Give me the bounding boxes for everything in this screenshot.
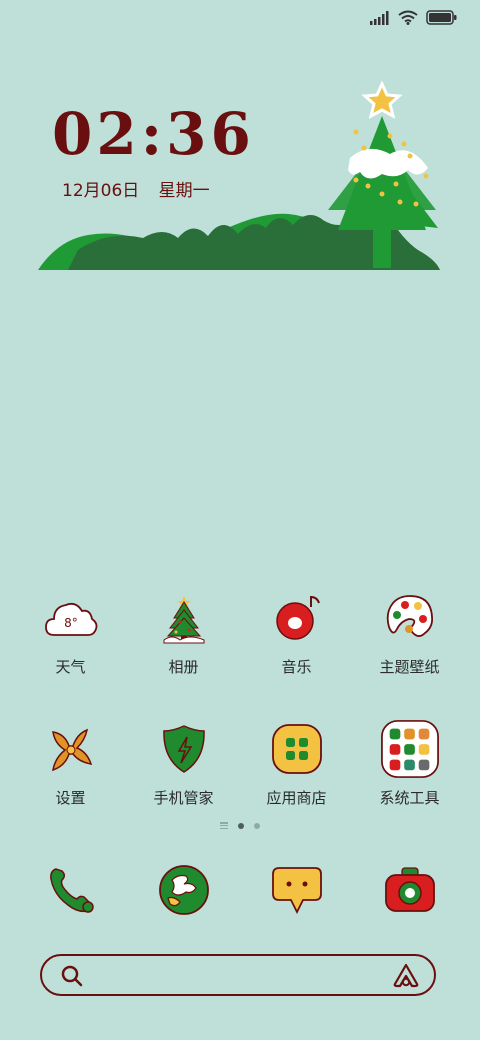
clock-time[interactable]: 02:36 [52, 100, 255, 168]
app-security[interactable]: 手机管家 [127, 719, 240, 808]
globe-icon [158, 865, 209, 915]
app-label: 主题壁纸 [379, 658, 440, 676]
app-folder-system-tools[interactable]: 系统工具 [353, 719, 466, 808]
app-label: 天气 [55, 658, 86, 676]
app-label: 设置 [55, 789, 86, 807]
phone-icon [49, 868, 94, 913]
page-indicator[interactable] [0, 822, 480, 829]
app-label: 相册 [168, 658, 199, 676]
folder-icon [380, 720, 439, 778]
search-icon[interactable] [60, 964, 84, 988]
dock-browser[interactable] [127, 860, 240, 920]
dock-messages[interactable] [240, 860, 353, 920]
search-input[interactable] [98, 962, 372, 990]
christmas-tree-icon [163, 596, 204, 644]
dock-camera[interactable] [353, 860, 466, 920]
dock-phone[interactable] [14, 860, 127, 920]
camera-icon [384, 867, 435, 912]
app-label: 应用商店 [266, 789, 327, 807]
app-row: 设置 手机管家 应用商店 系统工具 [14, 719, 466, 808]
page-dot-active[interactable] [238, 822, 244, 829]
app-grid: 8° 天气 相册 音乐 主题壁纸 设置 手机管家 应用商店 系统工具 [14, 588, 466, 850]
app-music[interactable]: 音乐 [240, 588, 353, 677]
app-weather[interactable]: 8° 天气 [14, 588, 127, 677]
search-bar[interactable] [40, 954, 436, 996]
battery-icon [426, 10, 457, 25]
music-note-icon [275, 595, 320, 640]
app-store-icon [271, 724, 322, 774]
app-themes[interactable]: 主题壁纸 [353, 588, 466, 677]
date-label: 12月06日 [62, 181, 140, 201]
app-store[interactable]: 应用商店 [240, 719, 353, 808]
app-gallery[interactable]: 相册 [127, 588, 240, 677]
assistant-icon[interactable] [392, 962, 420, 988]
app-label: 手机管家 [153, 789, 214, 807]
settings-icon [51, 728, 92, 772]
app-settings[interactable]: 设置 [14, 719, 127, 808]
weekday-label: 星期一 [158, 181, 210, 201]
signal-icon [370, 10, 389, 25]
wifi-icon [398, 10, 418, 25]
app-label: 系统工具 [379, 789, 440, 807]
paint-palette-icon [386, 595, 433, 637]
weather-temperature: 8° [64, 616, 78, 630]
clock-date[interactable]: 12月06日 星期一 [62, 176, 210, 201]
shield-icon [162, 725, 205, 773]
dock [14, 860, 466, 920]
chat-bubble-icon [271, 867, 322, 915]
weather-cloud-icon: 8° [44, 602, 97, 636]
app-row: 8° 天气 相册 音乐 主题壁纸 [14, 588, 466, 677]
page-dot[interactable] [254, 822, 260, 829]
page-menu-icon[interactable] [220, 822, 228, 829]
status-bar [0, 0, 480, 40]
app-label: 音乐 [281, 658, 312, 676]
